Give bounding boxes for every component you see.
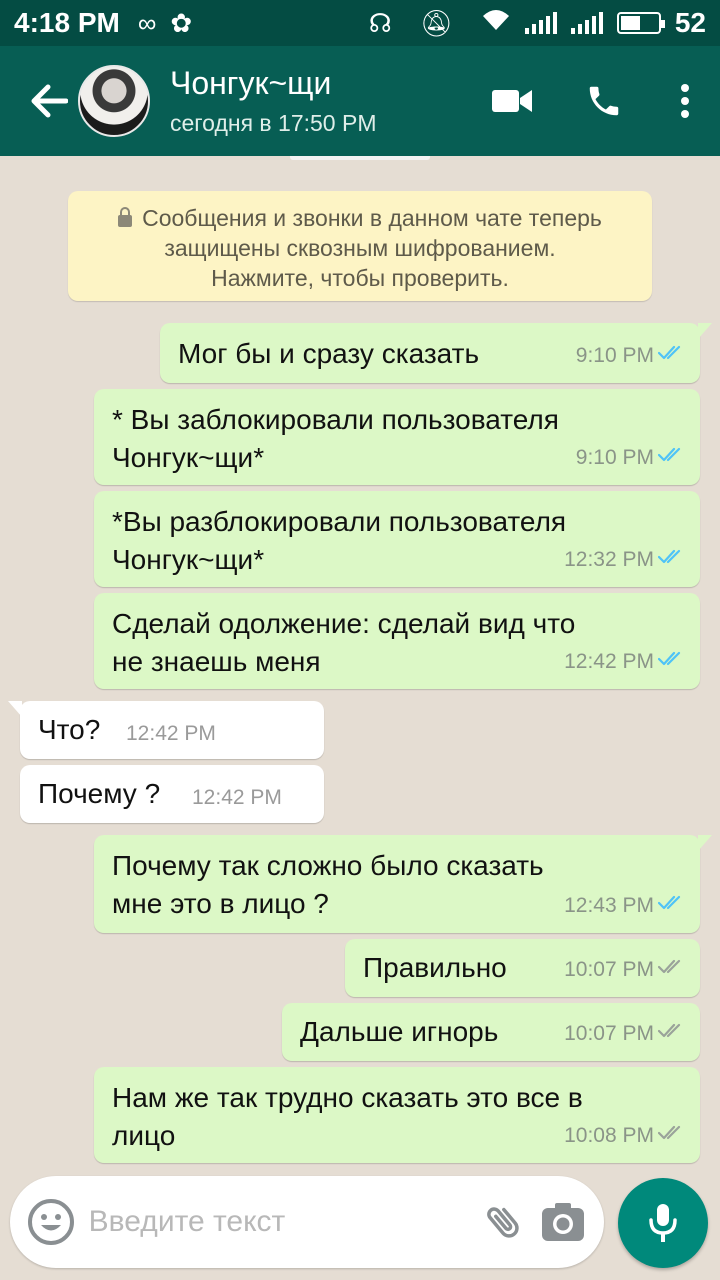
message-bubble-incoming[interactable]: Почему ? 12:42 PM — [20, 765, 324, 823]
message-line: лицо — [112, 1120, 176, 1151]
message-text: * Вы заблокировали пользователя Чонгук~щ… — [112, 401, 559, 477]
message-text: Нам же так трудно сказать это все в лицо — [112, 1079, 583, 1155]
message-text: Что? — [38, 711, 100, 749]
delivered-ticks-icon — [657, 951, 688, 989]
chat-header: Чонгук~щи сегодня в 17:50 PM — [0, 46, 720, 156]
message-time: 10:08 PM — [564, 1124, 654, 1147]
message-bubble-outgoing[interactable]: Сделай одолжение: сделай вид что не знае… — [94, 593, 700, 689]
encryption-notice[interactable]: Сообщения и звонки в данном чате теперь … — [68, 191, 652, 301]
message-bubble-outgoing[interactable]: Мог бы и сразу сказать 9:10 PM — [160, 323, 712, 383]
mute-icon: 🔕︎ — [419, 7, 453, 38]
message-time: 10:07 PM — [564, 958, 654, 981]
message-bubble-outgoing[interactable]: *Вы разблокировали пользователя Чонгук~щ… — [94, 491, 700, 587]
signal-1-icon — [524, 12, 557, 34]
camera-button[interactable] — [533, 1187, 592, 1257]
message-text: Сделай одолжение: сделай вид что не знае… — [112, 605, 575, 681]
message-bubble-outgoing[interactable]: Почему так сложно было сказать мне это в… — [94, 835, 712, 933]
video-call-button[interactable] — [466, 61, 558, 141]
message-line: Дальше игнорь — [300, 1016, 499, 1047]
message-bubble-outgoing[interactable]: Дальше игнорь 10:07 PM — [282, 1003, 700, 1061]
message-line: *Вы разблокировали пользователя — [112, 506, 567, 537]
message-line: * Вы заблокировали пользователя — [112, 404, 559, 435]
message-line: Нам же так трудно сказать это все в — [112, 1082, 583, 1113]
attach-icon — [487, 1207, 519, 1238]
avatar[interactable] — [78, 65, 150, 137]
mic-icon — [649, 1204, 677, 1242]
message-line: Что? — [38, 714, 101, 745]
message-time: 12:42 PM — [126, 722, 216, 745]
message-bubble-incoming[interactable]: Что? 12:42 PM — [8, 701, 324, 759]
headset-icon: ☊ — [368, 7, 392, 38]
message-text: Мог бы и сразу сказать — [178, 335, 479, 373]
message-text: *Вы разблокировали пользователя Чонгук~щ… — [112, 503, 566, 579]
battery-icon — [616, 12, 665, 34]
last-seen: сегодня в 17:50 PM — [170, 110, 377, 136]
message-text: Дальше игнорь — [300, 1013, 498, 1051]
bluetooth-share-icon: ✿ — [170, 7, 193, 38]
back-button[interactable] — [14, 66, 84, 136]
message-time: 10:07 PM — [564, 1022, 654, 1045]
message-text: Почему ? — [38, 775, 160, 813]
message-composer — [10, 1176, 604, 1268]
video-call-icon — [492, 90, 532, 112]
message-bubble-outgoing[interactable]: * Вы заблокировали пользователя Чонгук~щ… — [94, 389, 700, 485]
message-line: Почему ? — [38, 778, 161, 809]
contact-name: Чонгук~щи — [170, 65, 332, 101]
message-text: Правильно — [363, 949, 507, 987]
mic-button[interactable] — [618, 1178, 708, 1268]
read-ticks-icon — [657, 337, 688, 375]
message-text: Почему так сложно было сказать мне это в… — [112, 847, 544, 923]
message-line: мне это в лицо ? — [112, 888, 329, 919]
attach-button[interactable] — [475, 1187, 534, 1257]
message-line: Правильно — [363, 952, 507, 983]
message-time: 12:42 PM — [564, 650, 654, 673]
chat-area[interactable]: Сообщения и звонки в данном чате теперь … — [0, 156, 720, 1176]
battery-percent: 52 — [674, 7, 706, 38]
signal-2-icon — [570, 12, 603, 34]
message-line: Чонгук~щи* — [112, 442, 265, 473]
emoji-icon — [28, 1199, 75, 1245]
delivered-ticks-icon — [657, 1015, 688, 1053]
overflow-menu-button[interactable] — [650, 61, 720, 141]
voice-call-button[interactable] — [558, 61, 650, 141]
contact-info[interactable]: Чонгук~щи сегодня в 17:50 PM — [170, 65, 376, 137]
message-line: Почему так сложно было сказать — [112, 850, 544, 881]
delivered-ticks-icon — [657, 1117, 688, 1155]
status-bar: 4:18 PM ∞ ✿ ☊ 🔕︎ 52 — [0, 0, 720, 46]
read-ticks-icon — [657, 439, 688, 477]
notice-line-3: Нажмите, чтобы проверить. — [211, 265, 509, 291]
read-ticks-icon — [657, 643, 688, 681]
message-time: 12:43 PM — [564, 894, 654, 917]
scroll-indicator — [290, 156, 430, 160]
notice-line-2: защищены сквозным шифрованием. — [164, 235, 556, 261]
emoji-button[interactable] — [22, 1187, 81, 1257]
message-bubble-outgoing[interactable]: Нам же так трудно сказать это все в лицо… — [94, 1067, 700, 1163]
infinity-icon: ∞ — [137, 7, 157, 38]
phone-call-icon — [589, 86, 619, 116]
overflow-menu-icon — [681, 84, 689, 118]
notice-line-1: Сообщения и звонки в данном чате теперь — [142, 205, 602, 231]
message-line: Сделай одолжение: сделай вид что — [112, 608, 576, 639]
message-input[interactable] — [88, 1205, 475, 1239]
message-time: 12:42 PM — [192, 786, 282, 809]
back-arrow-icon — [31, 84, 68, 118]
message-time: 9:10 PM — [575, 344, 654, 367]
message-bubble-outgoing[interactable]: Правильно 10:07 PM — [345, 939, 700, 997]
message-line: Мог бы и сразу сказать — [178, 338, 480, 369]
message-line: Чонгук~щи* — [112, 544, 265, 575]
camera-icon — [541, 1203, 584, 1241]
message-time: 12:32 PM — [564, 548, 654, 571]
wifi-icon — [481, 7, 511, 39]
message-line: не знаешь меня — [112, 646, 321, 677]
message-time: 9:10 PM — [575, 446, 654, 469]
status-time: 4:18 PM — [14, 7, 120, 38]
lock-icon — [118, 207, 133, 227]
read-ticks-icon — [657, 541, 688, 579]
read-ticks-icon — [657, 887, 688, 925]
